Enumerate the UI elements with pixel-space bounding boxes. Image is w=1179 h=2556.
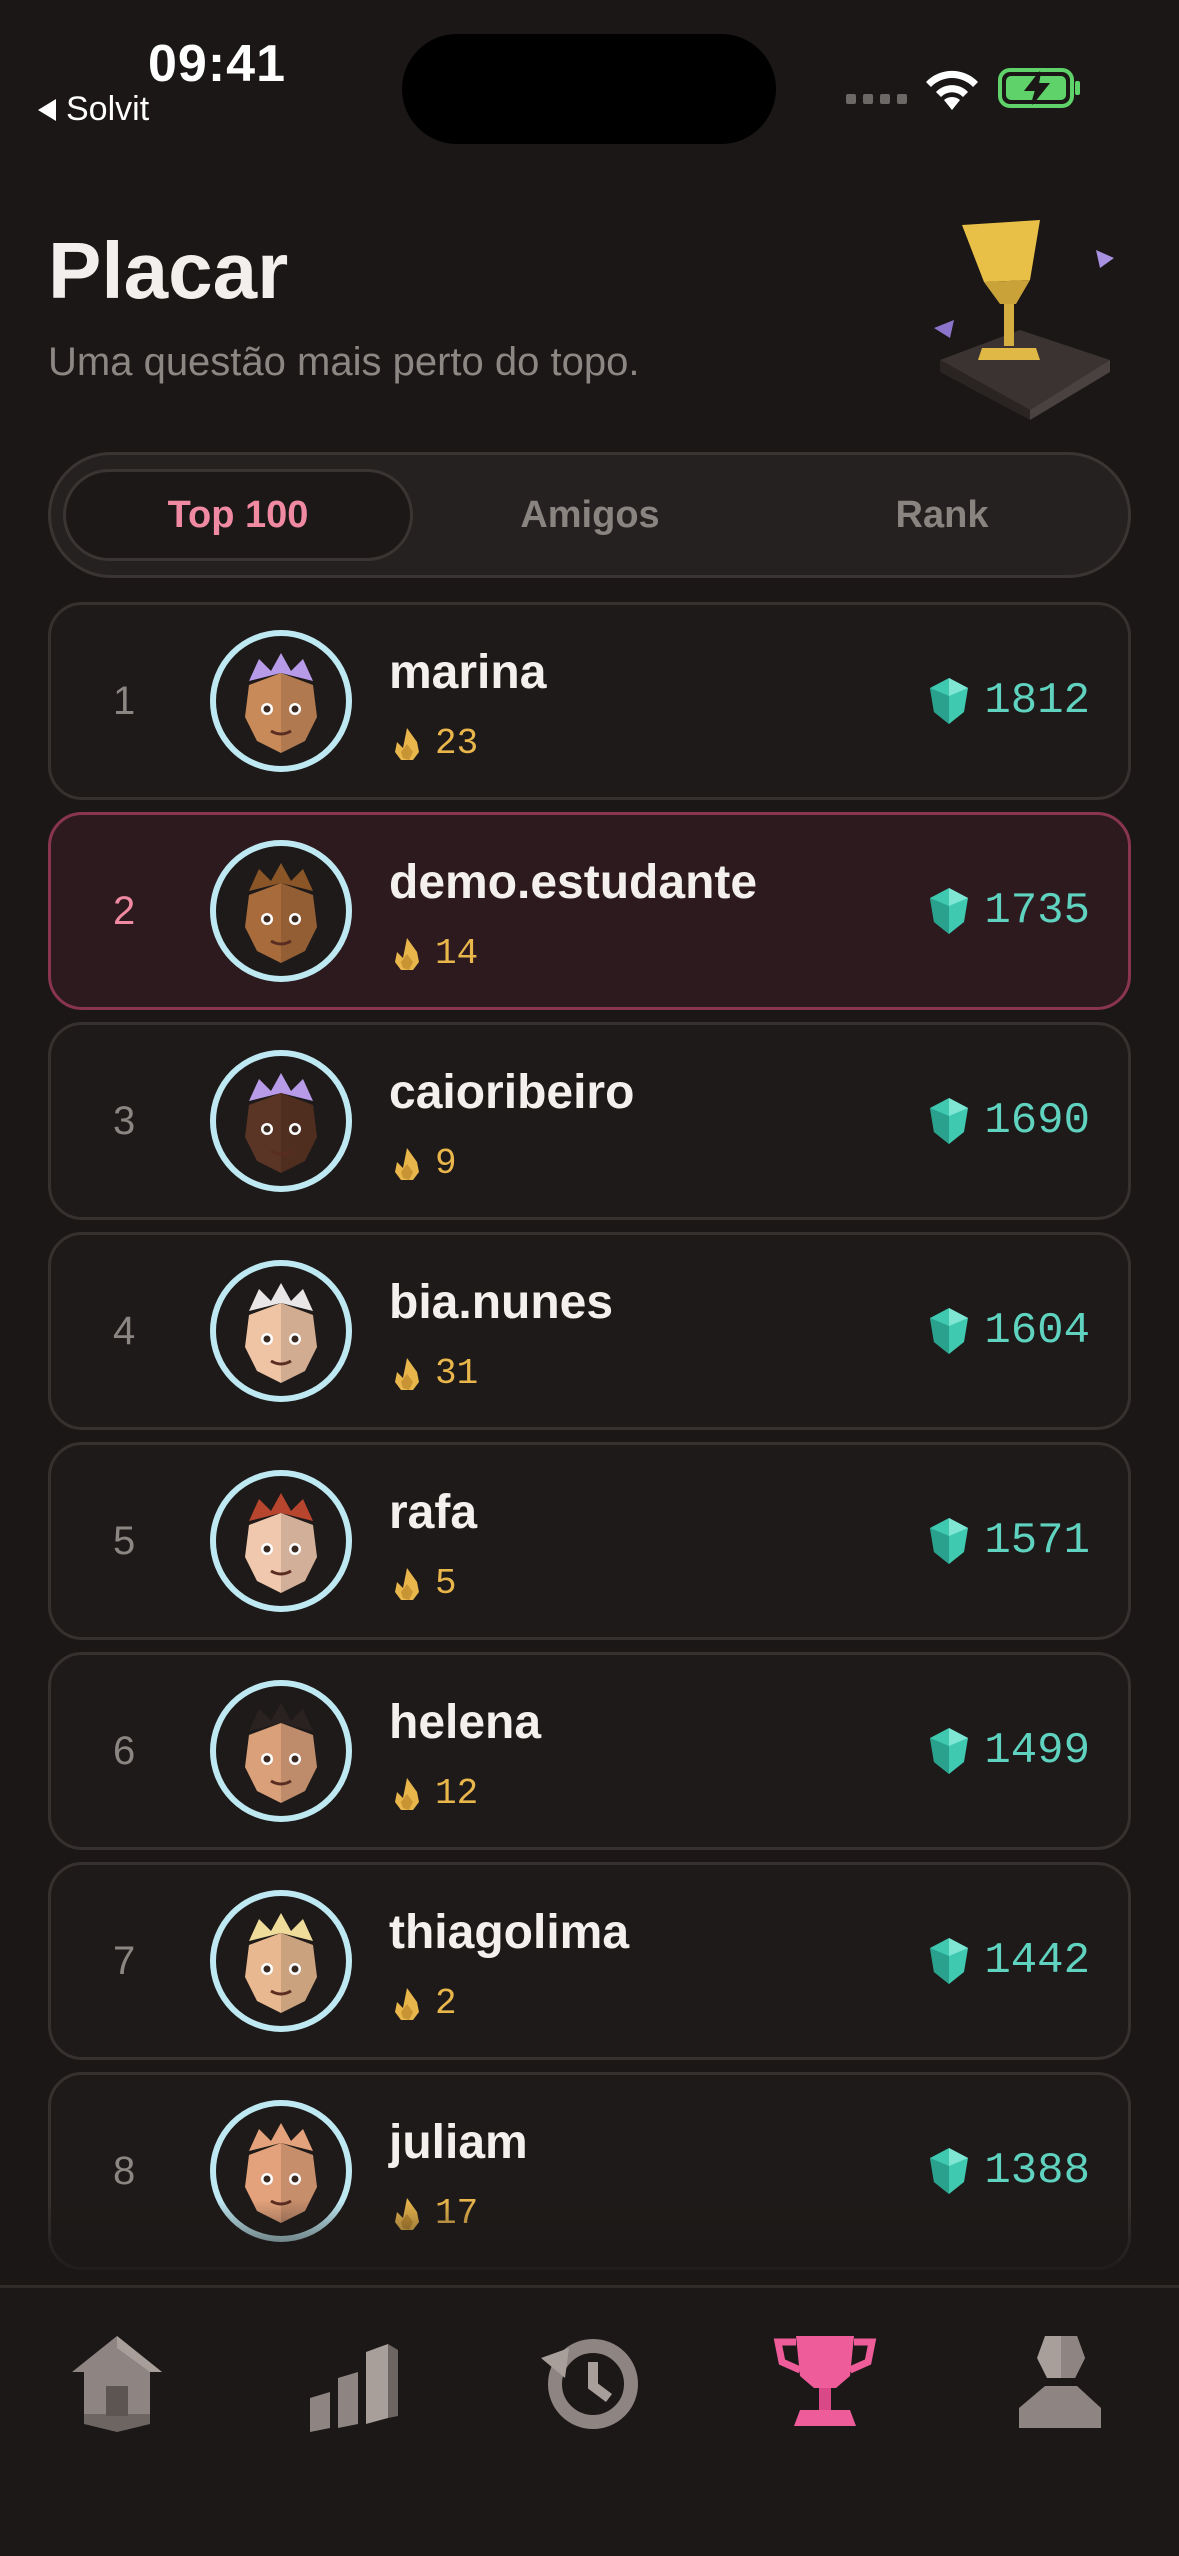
gems: 1571 [928,1445,1090,1637]
avatar [210,1680,352,1822]
avatar [210,1890,352,2032]
leaderboard-row[interactable]: 3 caioribeiro 9 1690 [48,1022,1131,1220]
gem-count: 1735 [984,886,1090,936]
page-title: Placar [48,226,289,315]
gem-count: 1571 [984,1516,1090,1566]
avatar [210,630,352,772]
home-icon[interactable] [62,2328,172,2438]
back-app-label: Solvit [66,90,150,128]
bottom-navigation [0,2285,1179,2556]
gem-count: 1499 [984,1726,1090,1776]
back-to-app-button[interactable]: Solvit [38,90,149,129]
tab-amigos[interactable]: Amigos [415,469,765,561]
back-arrow-icon [38,98,56,121]
username: helena [389,1696,542,1749]
gem-icon [930,2148,969,2194]
gem-icon [930,678,969,724]
leaderboard-row[interactable]: 1 marina 23 1812 [48,602,1131,800]
streak: 9 [389,1143,457,1184]
gems: 1735 [928,815,1090,1007]
gem-icon [930,1938,969,1984]
avatar [210,840,352,982]
streak-count: 31 [435,1353,479,1394]
profile-icon[interactable] [1005,2328,1115,2438]
gems: 1604 [928,1235,1090,1427]
leaderboard-row-current-user[interactable]: 2 demo.estudante 14 1735 [48,812,1131,1010]
trophy-icon[interactable] [770,2328,880,2438]
gems: 1690 [928,1025,1090,1217]
gems: 1499 [928,1655,1090,1847]
streak: 5 [389,1563,457,1604]
gem-icon [930,1098,969,1144]
username: juliam [389,2116,528,2169]
flame-icon [395,937,419,970]
gem-count: 1812 [984,676,1090,726]
cellular-signal-icon [846,94,907,104]
leaderboard-row[interactable]: 5 rafa 5 1571 [48,1442,1131,1640]
flame-icon [395,1147,419,1180]
username: demo.estudante [389,856,758,909]
gems: 1812 [928,605,1090,797]
tab-rank[interactable]: Rank [767,469,1117,561]
gem-icon [930,1308,969,1354]
leaderboard-row[interactable]: 4 bia.nunes 31 1604 [48,1232,1131,1430]
status-bar: 09:41 Solvit [0,0,1179,144]
clock: 09:41 [148,35,286,93]
list-fade-overlay [0,2200,1179,2280]
flame-icon [395,1567,419,1600]
streak: 14 [389,933,478,974]
avatar [210,1260,352,1402]
rank-number: 1 [113,678,136,723]
gem-icon [930,1518,969,1564]
page-subtitle: Uma questão mais perto do topo. [48,340,640,384]
leaderboard-tabs: Top 100 Amigos Rank [48,452,1131,578]
wifi-icon [926,70,978,110]
avatar [210,1050,352,1192]
history-icon[interactable] [535,2328,645,2438]
leaderboard-list: 1 marina 23 1812 2 demo.estudante 14 173… [48,602,1131,2282]
rank-number: 4 [113,1308,136,1353]
username: thiagolima [389,1906,630,1959]
gems: 1442 [928,1865,1090,2057]
streak-count: 12 [435,1773,479,1814]
rank-number: 6 [113,1728,136,1773]
rank-number: 7 [113,1938,136,1983]
streak: 31 [389,1353,478,1394]
username: marina [389,646,547,699]
avatar [210,1470,352,1612]
leaderboard-row[interactable]: 6 helena 12 1499 [48,1652,1131,1850]
streak: 2 [389,1983,457,2024]
gem-count: 1388 [984,2146,1090,2196]
gem-count: 1442 [984,1936,1090,1986]
dynamic-island [402,34,776,144]
flame-icon [395,727,419,760]
flame-icon [395,1777,419,1810]
streak-count: 2 [435,1983,457,2024]
flame-icon [395,1987,419,2020]
streak-count: 5 [435,1563,457,1604]
streak: 23 [389,723,478,764]
username: caioribeiro [389,1066,635,1119]
gem-icon [930,1728,969,1774]
tab-top-100[interactable]: Top 100 [63,469,413,561]
rank-number: 5 [113,1518,136,1563]
trophy-illustration-icon [934,220,1114,420]
username: rafa [389,1486,478,1539]
gem-count: 1690 [984,1096,1090,1146]
stats-icon[interactable] [300,2328,410,2438]
streak-count: 9 [435,1143,457,1184]
leaderboard-row[interactable]: 7 thiagolima 2 1442 [48,1862,1131,2060]
gem-count: 1604 [984,1306,1090,1356]
streak-count: 14 [435,933,479,974]
gem-icon [930,888,969,934]
rank-number: 3 [113,1098,136,1143]
streak-count: 23 [435,723,479,764]
flame-icon [395,1357,419,1390]
username: bia.nunes [389,1276,614,1329]
streak: 12 [389,1773,478,1814]
rank-number: 2 [113,888,136,933]
battery-charging-icon [998,68,1080,108]
